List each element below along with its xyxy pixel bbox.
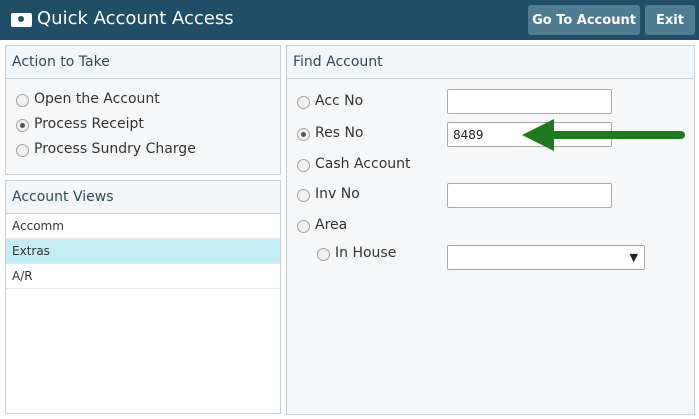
list-item[interactable]: Extras — [6, 239, 280, 264]
res-no-radio[interactable] — [297, 128, 310, 141]
in-house-select[interactable]: ▼ — [447, 245, 645, 270]
inv-no-radio[interactable] — [297, 189, 310, 202]
process-sundry-charge-label: Process Sundry Charge — [34, 141, 196, 157]
find-account-title: Find Account — [287, 46, 694, 79]
area-radio[interactable] — [297, 220, 310, 233]
acc-no-input[interactable] — [447, 89, 612, 114]
action-panel-title: Action to Take — [6, 46, 280, 79]
process-receipt-label: Process Receipt — [34, 116, 144, 132]
arrow-head — [522, 119, 554, 151]
cash-account-radio[interactable] — [297, 159, 310, 172]
action-panel: Action to Take Open the Account Process … — [5, 45, 281, 175]
open-account-radio[interactable] — [16, 94, 29, 107]
go-to-account-button[interactable]: Go To Account — [528, 5, 640, 35]
in-house-radio[interactable] — [317, 248, 330, 261]
title-bar: Quick Account Access Go To Account Exit — [0, 0, 699, 40]
cash-account-label: Cash Account — [315, 156, 411, 172]
list-item[interactable]: A/R — [6, 264, 280, 289]
process-receipt-radio[interactable] — [16, 119, 29, 132]
open-account-label: Open the Account — [34, 91, 160, 107]
inv-no-label: Inv No — [315, 186, 360, 202]
account-views-list: Accomm Extras A/R — [6, 214, 280, 289]
green-arrow-annotation — [522, 119, 685, 151]
chevron-down-icon: ▼ — [629, 251, 638, 264]
inv-no-input[interactable] — [447, 183, 612, 208]
window-title: Quick Account Access — [37, 8, 234, 29]
account-views-panel: Account Views Accomm Extras A/R — [5, 180, 281, 414]
in-house-label: In House — [335, 245, 397, 261]
acc-no-radio[interactable] — [297, 96, 310, 109]
res-no-label: Res No — [315, 125, 364, 141]
account-card-icon — [11, 13, 32, 27]
process-sundry-charge-radio[interactable] — [16, 144, 29, 157]
find-account-panel: Find Account Acc No Res No Cash Account … — [286, 45, 695, 415]
acc-no-label: Acc No — [315, 93, 364, 109]
account-views-title: Account Views — [6, 181, 280, 214]
list-item[interactable]: Accomm — [6, 214, 280, 239]
exit-button[interactable]: Exit — [645, 5, 695, 35]
area-label: Area — [315, 217, 348, 233]
